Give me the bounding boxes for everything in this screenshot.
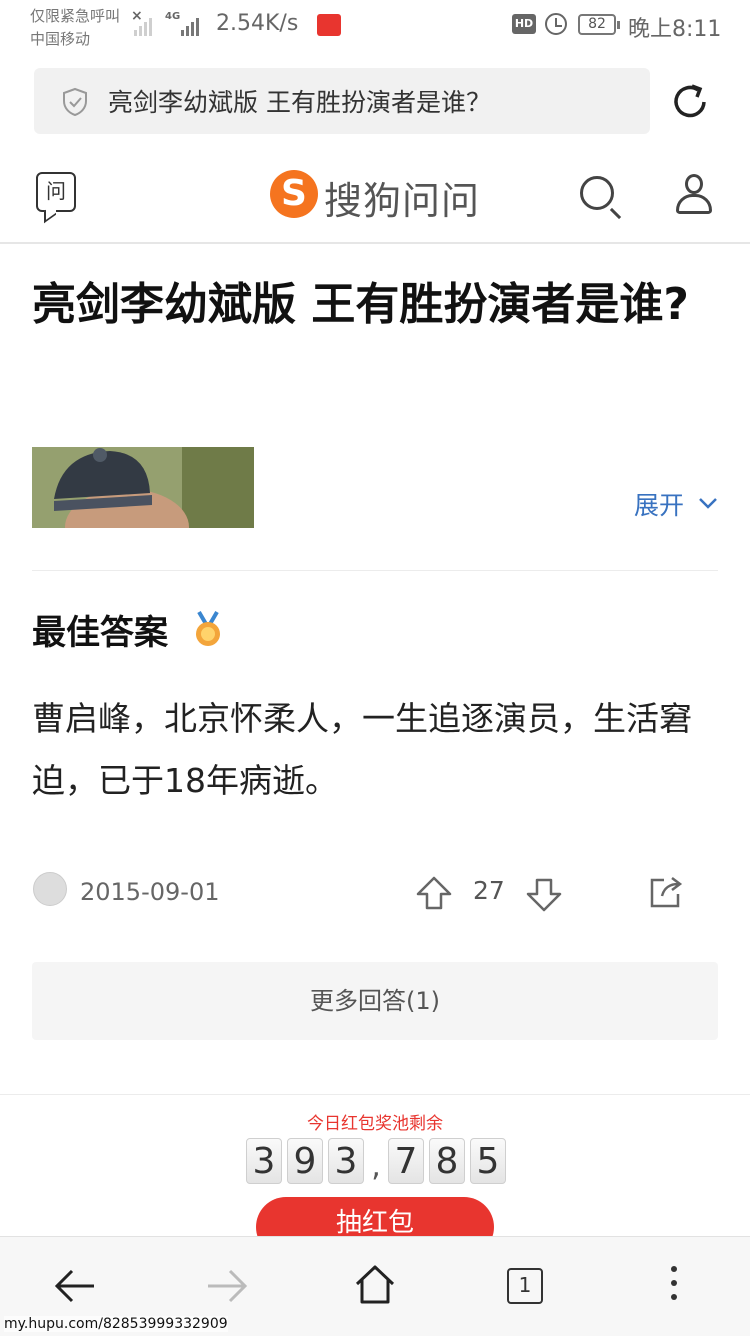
question-image[interactable] <box>32 447 254 528</box>
reload-icon[interactable] <box>668 80 712 124</box>
more-menu-icon[interactable] <box>671 1266 679 1308</box>
sogou-logo-icon[interactable]: S <box>270 170 318 218</box>
counter-separator: , <box>371 1149 381 1184</box>
more-answers-button[interactable]: 更多回答(1) <box>32 962 718 1040</box>
forward-arrow-icon[interactable] <box>204 1268 248 1304</box>
battery-icon: 82 <box>578 14 620 35</box>
status-bar: 仅限紧急呼叫 中国移动 × 4G 2.54K/s HD 82 晚上8:11 <box>0 0 750 52</box>
counter-digit: 3 <box>246 1138 282 1184</box>
network-speed: 2.54K/s <box>216 11 299 36</box>
huawei-app-icon <box>317 14 341 36</box>
thumb-down-arrow-icon[interactable] <box>526 878 562 912</box>
divider <box>32 570 718 571</box>
counter-digit: 3 <box>328 1138 364 1184</box>
user-icon[interactable] <box>676 174 712 216</box>
prize-pool-label: 今日红包奖池剩余 <box>307 1114 443 1134</box>
alarm-icon <box>545 13 567 35</box>
back-arrow-icon[interactable] <box>54 1268 98 1304</box>
counter-digit: 8 <box>429 1138 465 1184</box>
signal-bars-icon <box>134 12 152 36</box>
thumb-up-arrow-icon[interactable] <box>416 876 452 910</box>
share-icon[interactable] <box>648 876 684 910</box>
user-icon-head <box>685 174 703 194</box>
vote-count: 27 <box>473 876 505 905</box>
page: 仅限紧急呼叫 中国移动 × 4G 2.54K/s HD 82 晚上8:11 亮剑… <box>0 0 750 1336</box>
question-title: 亮剑李幼斌版 王有胜扮演者是谁? <box>32 279 689 330</box>
medal-icon <box>196 610 220 646</box>
user-icon-body <box>676 194 712 214</box>
carrier-line1: 仅限紧急呼叫 <box>30 7 121 25</box>
network-type: 4G <box>165 11 181 22</box>
address-text[interactable]: 亮剑李幼斌版 王有胜扮演者是谁？ <box>108 83 491 119</box>
answer-date: 2015-09-01 <box>80 878 220 906</box>
carrier-line2: 中国移动 <box>30 30 91 48</box>
hd-badge: HD <box>512 14 536 34</box>
expand-link[interactable]: 展开 <box>634 486 684 522</box>
watermark: my.hupu.com/82853999332909 <box>4 1316 228 1332</box>
clock: 晚上8:11 <box>628 17 722 42</box>
counter-digit: 9 <box>287 1138 323 1184</box>
home-icon[interactable] <box>354 1264 396 1306</box>
person-photo <box>32 447 254 528</box>
best-answer-label: 最佳答案 <box>32 613 168 653</box>
divider <box>0 1094 750 1095</box>
counter-digit: 5 <box>470 1138 506 1184</box>
answer-text: 曹启峰，北京怀柔人，一生追逐演员，生活窘迫，已于18年病逝。 <box>32 699 692 800</box>
shield-icon <box>63 87 87 117</box>
tabs-button[interactable]: 1 <box>507 1268 543 1304</box>
search-icon[interactable] <box>580 176 614 210</box>
ask-question-icon[interactable]: 问 <box>36 172 76 212</box>
avatar[interactable] <box>33 872 67 906</box>
prize-pool-counter: 3 9 3 , 7 8 5 <box>246 1138 511 1184</box>
counter-digit: 7 <box>388 1138 424 1184</box>
signal-bars-icon <box>181 12 199 36</box>
chevron-down-icon[interactable] <box>698 496 718 510</box>
site-logo-text[interactable]: 搜狗问问 <box>324 170 480 225</box>
